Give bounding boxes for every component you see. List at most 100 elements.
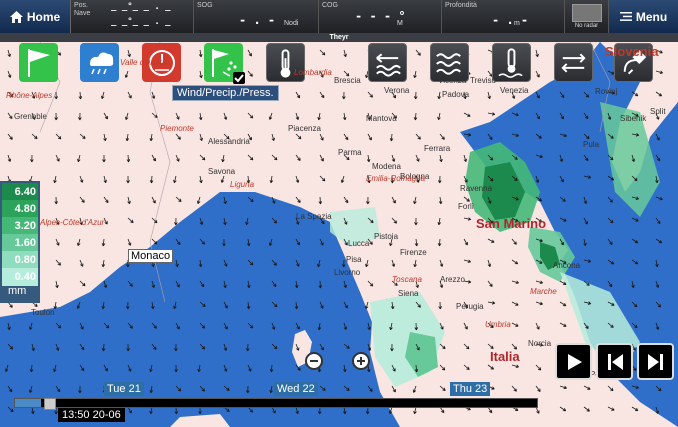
timeline-track[interactable]	[14, 398, 538, 408]
hamburger-icon	[619, 12, 632, 21]
home-icon	[9, 10, 23, 23]
place-label: Ferrara	[424, 144, 451, 153]
skip-forward-icon	[647, 353, 663, 370]
flag-icon	[27, 48, 50, 77]
pos-sublabel: Nave	[74, 10, 91, 17]
place-label: Arezzo	[440, 275, 465, 284]
place-label: Ancona	[553, 261, 581, 270]
pos-label: Pos.	[74, 2, 89, 9]
place-label: Pisa	[346, 255, 362, 264]
place-label: Padova	[442, 90, 470, 99]
place-label: Alpes-Côte d'Azur	[40, 218, 105, 227]
layer-button-wind-precip-press[interactable]	[204, 43, 245, 84]
cog-cell[interactable]: COG - - - ° M	[319, 0, 442, 33]
zoom-in-button[interactable]	[352, 352, 370, 370]
layer-button-cloud-rain[interactable]	[80, 43, 119, 82]
timeline[interactable]: Tue 21 Wed 22 Thu 23 13:50 20-06	[0, 382, 550, 427]
timeline-tick-1: Tue 21	[104, 382, 144, 396]
timeline-tick-3: Thu 23	[450, 382, 491, 396]
place-label: Valle d'Aosta	[120, 58, 167, 67]
sog-cell[interactable]: SOG - . - Nodi	[194, 0, 319, 33]
place-label: Toulon	[31, 308, 55, 317]
pos-longitude-value: _ _°_ _ . _	[111, 17, 171, 27]
place-label: Sibenik	[620, 114, 647, 123]
menu-button[interactable]: Menu	[609, 0, 678, 33]
place-label: La Spezia	[296, 212, 332, 221]
pos-latitude-value: _ _°_ _ . _	[111, 2, 171, 12]
place-label: Liguria	[230, 180, 255, 189]
place-label: Livorno	[334, 268, 361, 277]
place-label: Toscana	[392, 275, 422, 284]
zoom-in-icon	[357, 357, 365, 365]
swap-arrows-icon	[561, 53, 586, 72]
legend-value: 1.60	[2, 234, 38, 252]
layer-button-wave-arrow[interactable]	[368, 43, 407, 82]
place-label: Parma	[338, 148, 362, 157]
depth-label: Profondità	[445, 2, 477, 9]
place-label: Lombardia	[294, 68, 332, 77]
cloud-rain-icon	[89, 52, 113, 74]
page-title: Theyr	[0, 33, 678, 42]
place-label: Piemonte	[160, 124, 194, 133]
place-label: Treviso	[470, 76, 496, 85]
legend-value: 0.40	[2, 268, 38, 286]
monaco-label: Monaco	[128, 249, 174, 263]
sog-value: - . -	[239, 13, 276, 27]
zoom-out-button[interactable]	[305, 352, 323, 370]
radar-status[interactable]: No radar	[565, 0, 609, 33]
place-label: Forlì	[458, 202, 474, 211]
legend-unit: mm	[8, 285, 27, 297]
place-label: Rovinj	[595, 87, 618, 96]
place-label: Pistoia	[374, 232, 399, 241]
place-label: Marche	[530, 287, 557, 296]
layer-tooltip: Wind/Precip./Press.	[172, 85, 279, 101]
place-label: Venezia	[500, 86, 529, 95]
skip-back-icon	[607, 353, 623, 370]
depth-value: - . -	[492, 13, 529, 27]
place-label: Firenze	[400, 248, 427, 257]
place-label: Vicenza	[438, 76, 467, 85]
cog-unit: M	[397, 20, 403, 27]
timeline-progress	[15, 399, 42, 407]
home-label: Home	[26, 9, 61, 24]
legend-value: 3.20	[2, 217, 38, 235]
place-label: Grenoble	[14, 112, 47, 121]
san-marino-label: San Marino	[476, 216, 547, 231]
radar-icon	[571, 4, 602, 22]
top-status-bar: Home Pos. Nave _ _°_ _ . _ _ _°_ _ . _ SO…	[0, 0, 678, 34]
layer-button-flag[interactable]	[19, 43, 58, 82]
place-label: Verona	[384, 86, 410, 95]
place-label: Piacenza	[288, 124, 321, 133]
timeline-handle[interactable]	[44, 398, 56, 410]
place-label: Alessandria	[208, 137, 250, 146]
place-label: Modena	[372, 162, 401, 171]
place-label: Emilia-Romagna	[366, 174, 426, 183]
place-label: Mantova	[366, 114, 397, 123]
place-label: Split	[650, 107, 666, 116]
sea-temperature-icon	[498, 47, 523, 78]
position-cell[interactable]: Pos. Nave _ _°_ _ . _ _ _°_ _ . _	[71, 0, 194, 33]
sog-unit: Nodi	[284, 20, 299, 27]
next-button[interactable]	[637, 343, 674, 380]
play-button[interactable]	[555, 343, 592, 380]
place-label: Savona	[208, 167, 236, 176]
layer-button-swap-arrows[interactable]	[554, 43, 593, 82]
depth-unit: m	[514, 20, 520, 27]
depth-cell[interactable]: Profondità - . - m	[442, 0, 565, 33]
home-button[interactable]: Home	[0, 0, 71, 33]
place-label: Norcia	[528, 339, 552, 348]
layer-button-sea-temperature[interactable]	[492, 43, 531, 82]
timeline-tick-2: Wed 22	[274, 382, 318, 396]
place-label: Lucca	[348, 239, 370, 248]
legend-value: 4.80	[2, 200, 38, 218]
radar-label: No radar	[574, 23, 599, 29]
place-label: Slovenia	[605, 44, 659, 59]
play-icon	[567, 353, 582, 370]
place-label: Ravenna	[460, 184, 493, 193]
wave-arrow-icon	[376, 52, 401, 77]
cog-label: COG	[322, 2, 338, 9]
previous-button[interactable]	[596, 343, 633, 380]
place-label: Rhône-Alpes	[6, 91, 53, 100]
menu-label: Menu	[635, 9, 668, 24]
place-label: Siena	[398, 289, 419, 298]
